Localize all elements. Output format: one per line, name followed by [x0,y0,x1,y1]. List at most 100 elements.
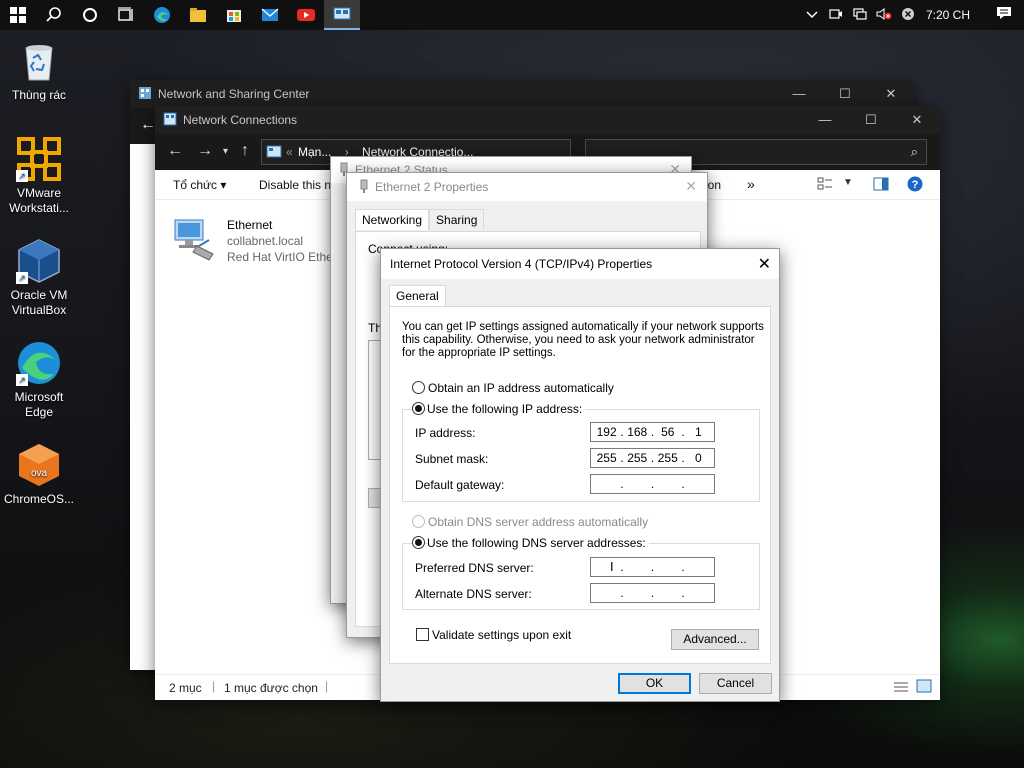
task-view-icon[interactable] [108,0,144,30]
close-button[interactable]: ✕ [868,80,914,108]
desktop-icon-recycle-bin[interactable]: Thùng rác [4,38,74,103]
taskbar: 7:20 CH [0,0,1024,30]
desktop-icon-label: VMware Workstati... [9,186,69,215]
use-following-ip-label[interactable]: Use the following IP address: [427,402,586,416]
obtain-dns-auto-label: Obtain DNS server address automatically [428,515,649,529]
status-divider: | [212,679,216,693]
close-button[interactable]: ✕ [758,254,771,274]
desktop-icon-label: Oracle VM VirtualBox [10,288,68,317]
desktop-icon-edge[interactable]: ↗ Microsoft Edge [4,340,74,420]
help-icon[interactable]: ? [907,176,923,195]
network-connections-icon[interactable] [324,0,360,30]
ip-address-label: IP address: [415,426,476,440]
maximize-button[interactable]: ☐ [848,106,894,134]
default-gateway-field[interactable]: . . . [590,474,715,494]
subnet-mask-label: Subnet mask: [415,452,489,466]
use-following-dns-label[interactable]: Use the following DNS server addresses: [427,536,649,550]
large-icons-view-icon[interactable] [916,679,932,696]
clock[interactable]: 7:20 CH [920,8,984,22]
action-center-icon[interactable] [984,6,1024,24]
alternate-dns-field[interactable]: . . . [590,583,715,603]
preferred-dns-field[interactable]: . . . [590,557,715,577]
back-icon[interactable]: ← [167,142,183,160]
file-explorer-icon[interactable] [180,0,216,30]
search-icon: ⌕ [910,144,918,159]
ova-icon: ova [16,442,62,488]
minimize-button[interactable]: — [802,106,848,134]
subnet-mask-field[interactable]: 255. 255. 255. 0 [590,448,715,468]
store-icon[interactable] [216,0,252,30]
network-folder-icon [266,144,282,168]
cortana-icon[interactable] [72,0,108,30]
organize-menu[interactable]: Tổ chức ▾ [173,178,226,192]
alternate-dns-label: Alternate DNS server: [415,587,532,601]
more-commands-icon[interactable]: » [747,176,755,192]
mail-icon[interactable] [252,0,288,30]
tab-networking[interactable]: Networking [355,209,430,230]
maximize-button[interactable]: ☐ [822,80,868,108]
view-dropdown-icon[interactable]: ▼ [843,177,853,188]
system-tray: 7:20 CH [800,0,1024,30]
validate-settings-label[interactable]: Validate settings upon exit [432,628,571,642]
obtain-ip-auto-label[interactable]: Obtain an IP address automatically [428,381,614,395]
tab-general[interactable]: General [389,285,446,307]
advanced-button[interactable]: Advanced... [671,629,759,650]
edge-icon[interactable] [144,0,180,30]
description-text: You can get IP settings assigned automat… [402,321,764,359]
ip-address-field[interactable]: 192. 168. 56. 1 [590,422,715,442]
minimize-button[interactable]: — [776,80,822,108]
network-connections-icon [163,112,177,129]
obtain-ip-auto-radio[interactable] [412,381,425,394]
svg-text:ova: ova [31,468,48,479]
search-icon[interactable] [36,0,72,30]
breadcrumb-part-1[interactable]: Mạn... [298,145,331,159]
titlebar: Ethernet 2 Properties ✕ [347,173,707,201]
close-circle-icon[interactable] [896,7,920,24]
chevron-up-icon[interactable] [800,8,824,22]
preview-pane-icon[interactable] [873,177,889,194]
titlebar: Network Connections — ☐ ✕ [155,106,940,134]
titlebar: Internet Protocol Version 4 (TCP/IPv4) P… [381,249,779,279]
use-following-dns-radio[interactable] [412,536,425,549]
close-button[interactable]: ✕ [894,106,940,134]
status-divider: | [325,679,329,693]
svg-text:?: ? [912,179,919,191]
desktop-icon-virtualbox[interactable]: ↗ Oracle VM VirtualBox [4,238,74,318]
properties-tabs: Networking Sharing [355,209,485,230]
network-icon[interactable] [848,7,872,23]
desktop-icon-label: Thùng rác [11,88,67,102]
vmware-icon: ↗ [16,136,62,182]
preferred-dns-label: Preferred DNS server: [415,561,534,575]
recent-dropdown-icon[interactable]: ▾ [223,146,228,157]
obtain-dns-auto-radio[interactable] [412,515,425,528]
overflow-chevron-icon[interactable]: « [286,140,293,164]
change-view-icon[interactable] [817,177,833,194]
volume-muted-icon[interactable] [872,7,896,23]
text-cursor-icon: I [610,559,614,574]
forward-icon[interactable]: → [197,142,213,160]
youtube-icon[interactable] [288,0,324,30]
validate-settings-checkbox[interactable] [416,628,429,641]
shortcut-arrow-icon: ↗ [16,272,28,284]
use-following-ip-radio[interactable] [412,402,425,415]
window-title: Ethernet 2 Properties [375,180,489,194]
close-button[interactable]: ✕ [685,178,697,195]
desktop-icon-chromeos[interactable]: ova ChromeOS... [4,442,74,507]
details-view-icon[interactable] [893,680,909,697]
adapter-name: Ethernet [227,218,273,232]
back-icon[interactable]: ← [140,116,156,134]
cancel-button[interactable]: Cancel [699,673,772,694]
up-icon[interactable]: ↑ [241,142,249,160]
windows-start-icon[interactable] [0,0,36,30]
window-title: Network Connections [183,113,298,127]
shortcut-arrow-icon: ↗ [16,170,28,182]
recycle-bin-icon [16,38,62,84]
tab-sharing[interactable]: Sharing [429,209,485,230]
meet-now-icon[interactable] [824,8,848,23]
disable-device-button[interactable]: Disable this n [259,178,331,192]
ok-button[interactable]: OK [618,673,691,694]
item-count: 2 mục [169,681,202,695]
ethernet-icon [359,179,369,196]
general-panel: You can get IP settings assigned automat… [389,306,771,664]
desktop-icon-vmware[interactable]: ↗ VMware Workstati... [4,136,74,216]
